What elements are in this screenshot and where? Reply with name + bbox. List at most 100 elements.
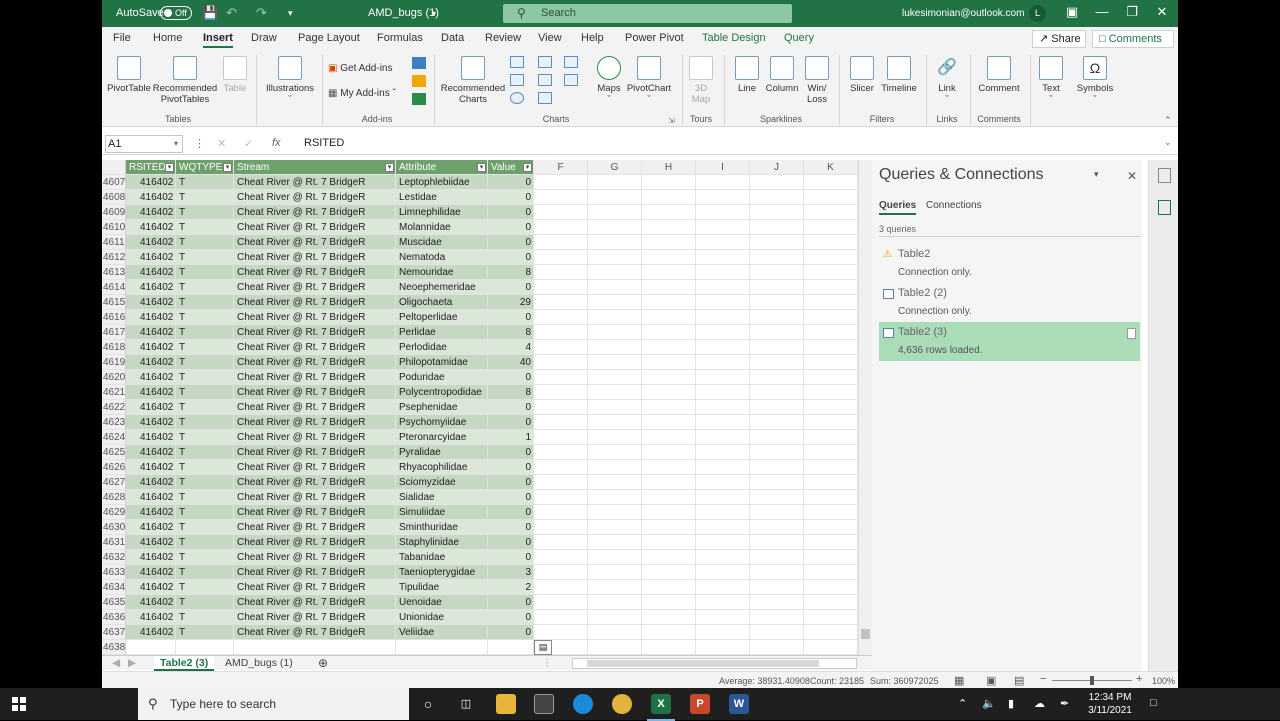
cell-value[interactable]: 0 (488, 415, 534, 430)
empty-cell[interactable] (642, 325, 696, 340)
empty-cell[interactable] (642, 520, 696, 535)
cell-attribute[interactable]: Sciomyzidae (396, 475, 488, 490)
cell-rsited[interactable]: 416402 (126, 295, 176, 310)
empty-cell[interactable] (642, 490, 696, 505)
empty-cell[interactable] (534, 370, 588, 385)
empty-cell[interactable] (696, 625, 750, 640)
cell-stream[interactable]: Cheat River @ Rt. 7 BridgeR (234, 370, 396, 385)
empty-cell[interactable] (750, 490, 804, 505)
cell-wqtype[interactable]: T (176, 460, 234, 475)
empty-cell[interactable] (588, 595, 642, 610)
empty-cell[interactable] (750, 535, 804, 550)
chrome-icon[interactable] (612, 694, 632, 714)
empty-cell[interactable] (750, 565, 804, 580)
empty-cell[interactable] (750, 340, 804, 355)
empty-cell[interactable] (696, 325, 750, 340)
cell-stream[interactable]: Cheat River @ Rt. 7 BridgeR (234, 340, 396, 355)
empty-cell[interactable] (534, 265, 588, 280)
empty-cell[interactable] (804, 325, 858, 340)
line-chart-icon[interactable] (510, 74, 524, 86)
cell-stream[interactable]: Cheat River @ Rt. 7 BridgeR (234, 445, 396, 460)
zoom-out-icon[interactable]: − (1040, 673, 1046, 685)
cell-value[interactable]: 0 (488, 370, 534, 385)
horizontal-scrollbar[interactable] (572, 658, 857, 669)
row-number[interactable]: 4612 (102, 250, 126, 265)
empty-cell[interactable] (750, 355, 804, 370)
empty-cell[interactable] (534, 295, 588, 310)
cell-stream[interactable]: Cheat River @ Rt. 7 BridgeR (234, 580, 396, 595)
row-number[interactable]: 4614 (102, 280, 126, 295)
cell-attribute[interactable]: Poduridae (396, 370, 488, 385)
empty-cell[interactable] (696, 580, 750, 595)
cell-value[interactable]: 0 (488, 280, 534, 295)
tab-file[interactable]: File (113, 32, 131, 44)
empty-cell[interactable] (642, 415, 696, 430)
empty-cell[interactable] (804, 535, 858, 550)
sparkline-winloss-button[interactable]: Win/ Loss (802, 56, 832, 105)
cell-rsited[interactable]: 416402 (126, 610, 176, 625)
empty-cell[interactable] (588, 220, 642, 235)
maps-button[interactable]: Maps ˇ (592, 56, 626, 105)
tab-queries[interactable]: Queries (879, 200, 917, 215)
filter-dropdown-icon[interactable]: ▾ (477, 163, 486, 172)
empty-cell[interactable] (750, 175, 804, 190)
empty-cell[interactable] (588, 205, 642, 220)
cell-rsited[interactable]: 416402 (126, 265, 176, 280)
empty-cell[interactable] (642, 295, 696, 310)
empty-cell[interactable] (750, 580, 804, 595)
cell-wqtype[interactable]: T (176, 235, 234, 250)
empty-cell[interactable] (696, 565, 750, 580)
filter-dropdown-icon[interactable]: ▾ (385, 163, 394, 172)
cell-attribute[interactable]: Philopotamidae (396, 355, 488, 370)
empty-cell[interactable] (534, 430, 588, 445)
empty-cell[interactable] (642, 190, 696, 205)
tab-home[interactable]: Home (153, 32, 182, 44)
empty-cell[interactable] (534, 445, 588, 460)
empty-cell[interactable] (588, 625, 642, 640)
customize-toolbar-icon[interactable]: ▾ (288, 8, 293, 19)
empty-cell[interactable] (642, 445, 696, 460)
empty-cell[interactable] (750, 280, 804, 295)
edge-icon[interactable] (573, 694, 593, 714)
pane-options-icon[interactable]: ▾ (1094, 169, 1099, 180)
cell-value[interactable]: 8 (488, 385, 534, 400)
expand-formula-icon[interactable]: ⌄ (1164, 137, 1172, 148)
cell-wqtype[interactable]: T (176, 445, 234, 460)
empty-cell[interactable] (176, 640, 234, 655)
show-hidden-icons[interactable]: ⌃ (958, 697, 967, 710)
empty-cell[interactable] (696, 430, 750, 445)
autosave-toggle[interactable]: Off (160, 6, 192, 20)
empty-cell[interactable] (696, 205, 750, 220)
query-item[interactable]: Table2 (2) Connection only. (879, 283, 1140, 322)
empty-cell[interactable] (750, 370, 804, 385)
cell-value[interactable]: 0 (488, 505, 534, 520)
pivotchart-button[interactable]: PivotChart ˇ (624, 56, 674, 105)
empty-cell[interactable] (642, 340, 696, 355)
cell-attribute[interactable]: Limnephilidae (396, 205, 488, 220)
cell-value[interactable]: 0 (488, 220, 534, 235)
empty-cell[interactable] (588, 490, 642, 505)
empty-cell[interactable] (588, 280, 642, 295)
cell-stream[interactable]: Cheat River @ Rt. 7 BridgeR (234, 295, 396, 310)
recommended-pivottables-button[interactable]: Recommended PivotTables (152, 56, 218, 105)
empty-cell[interactable] (804, 235, 858, 250)
cell-rsited[interactable]: 416402 (126, 400, 176, 415)
row-number[interactable]: 4607 (102, 175, 126, 190)
page-layout-view-icon[interactable]: ▣ (986, 674, 996, 687)
task-view-icon[interactable]: ◫ (456, 694, 476, 714)
row-number[interactable]: 4627 (102, 475, 126, 490)
cell-rsited[interactable]: 416402 (126, 565, 176, 580)
cell-stream[interactable]: Cheat River @ Rt. 7 BridgeR (234, 280, 396, 295)
cell-wqtype[interactable]: T (176, 295, 234, 310)
cell-stream[interactable]: Cheat River @ Rt. 7 BridgeR (234, 430, 396, 445)
cell-stream[interactable]: Cheat River @ Rt. 7 BridgeR (234, 175, 396, 190)
row-number[interactable]: 4626 (102, 460, 126, 475)
cell-attribute[interactable]: Sialidae (396, 490, 488, 505)
3d-map-button[interactable]: 3D Map (684, 56, 718, 105)
empty-cell[interactable] (804, 175, 858, 190)
empty-cell[interactable] (750, 550, 804, 565)
empty-cell[interactable] (804, 355, 858, 370)
empty-cell[interactable] (696, 475, 750, 490)
column-letter[interactable]: J (750, 160, 804, 175)
hierarchy-chart-icon[interactable] (538, 56, 552, 68)
